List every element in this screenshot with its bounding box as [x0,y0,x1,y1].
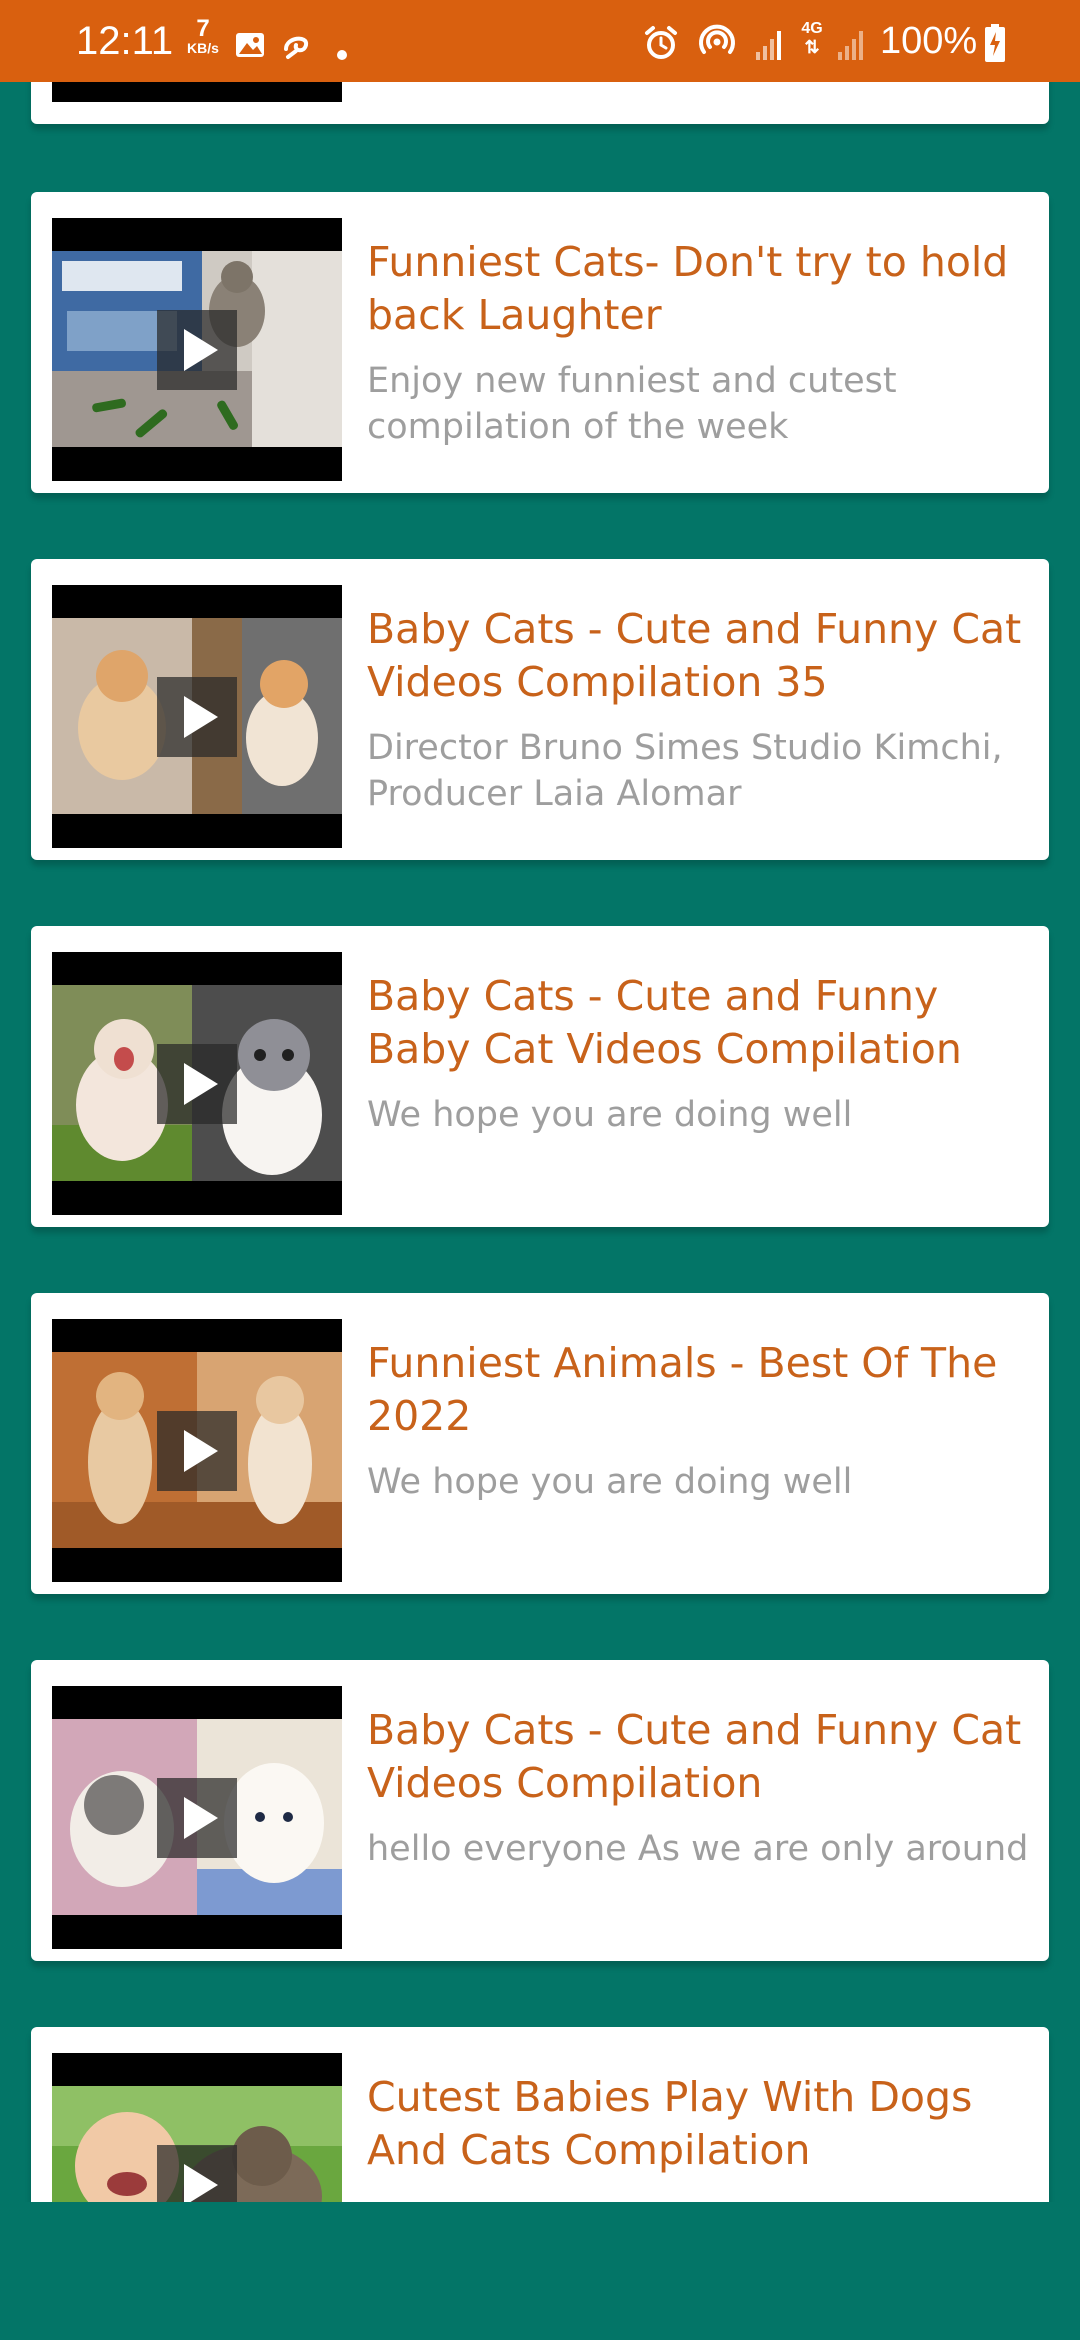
dot-icon [337,50,347,60]
battery-percentage: 100% [880,20,978,62]
status-time: 12:11 [76,19,174,63]
video-description: We hope you are doing well [367,1462,853,1502]
play-button[interactable] [157,677,237,757]
network-speed-value: 7 [196,15,210,42]
image-icon [236,33,264,57]
hotspot-icon [699,24,735,54]
4g-signal-icon: 4G ⇅ [796,20,828,62]
play-button[interactable] [157,1778,237,1858]
video-card[interactable]: Baby Cats - Cute and Funny Baby Cat Vide… [31,926,1049,1227]
video-description: We hope you are doing well [367,1095,853,1135]
network-speed-unit: KB/s [187,40,219,56]
play-icon [184,329,218,371]
network-type-label: 4G [801,20,823,37]
video-thumbnail[interactable] [52,585,342,848]
swirl-app-icon [284,36,308,59]
video-thumbnail[interactable] [52,952,342,1215]
alarm-icon [645,26,677,59]
video-description: hello everyone As we are only around [367,1829,1029,1869]
video-thumbnail[interactable] [52,218,342,481]
data-arrows-icon: ⇅ [804,37,820,57]
play-button[interactable] [157,1044,237,1124]
video-card[interactable]: Cutest Babies Play With Dogs And Cats Co… [31,2027,1049,2202]
video-title[interactable]: Baby Cats - Cute and Funny Cat Videos Co… [367,603,1039,709]
video-title[interactable]: Baby Cats - Cute and Funny Cat Videos Co… [367,1704,1039,1810]
video-description: Director Bruno Simes Studio Kimchi, Prod… [367,728,1003,814]
play-button[interactable] [157,2145,237,2202]
video-title[interactable]: Funniest Cats- Don't try to hold back La… [367,236,1039,342]
video-card[interactable]: Baby Cats - Cute and Funny Cat Videos Co… [31,1660,1049,1961]
play-button[interactable] [157,1411,237,1491]
network-speed: 7 KB/s [180,15,226,57]
video-thumbnail[interactable] [52,1686,342,1949]
video-title[interactable]: Cutest Babies Play With Dogs And Cats Co… [367,2071,1039,2177]
video-card[interactable]: Funniest Animals - Best Of The 2022 We h… [31,1293,1049,1594]
play-icon [184,1797,218,1839]
status-bar: 12:11 7 KB/s 4G ⇅ 100% [0,0,1080,82]
play-icon [184,2164,218,2202]
play-icon [184,1430,218,1472]
video-thumbnail[interactable] [52,2053,342,2202]
signal-2-icon [838,31,863,60]
signal-icon [756,31,781,60]
play-icon [184,1063,218,1105]
video-thumbnail[interactable] [52,1319,342,1582]
battery-charging-icon [985,24,1005,62]
video-list[interactable]: Funniest Cats- Don't try to hold back La… [0,0,1080,2202]
video-title[interactable]: Funniest Animals - Best Of The 2022 [367,1337,1039,1443]
video-card[interactable]: Funniest Cats- Don't try to hold back La… [31,192,1049,493]
play-button[interactable] [157,310,237,390]
video-card[interactable]: Baby Cats - Cute and Funny Cat Videos Co… [31,559,1049,860]
video-description: Enjoy new funniest and cutest compilatio… [367,361,897,447]
video-title[interactable]: Baby Cats - Cute and Funny Baby Cat Vide… [367,970,1039,1076]
play-icon [184,696,218,738]
